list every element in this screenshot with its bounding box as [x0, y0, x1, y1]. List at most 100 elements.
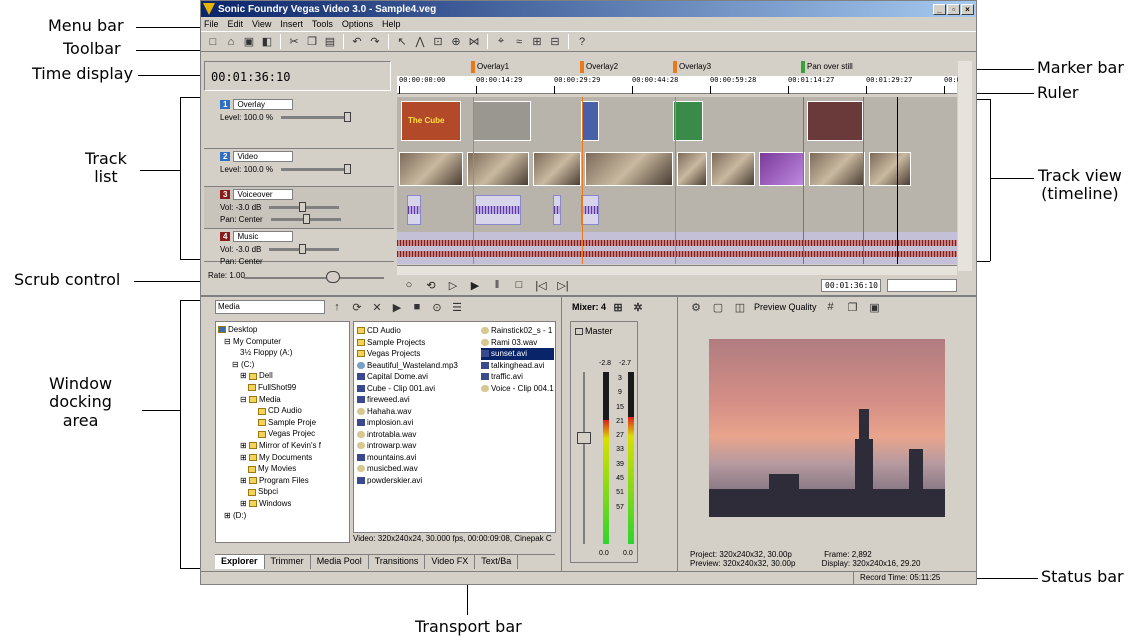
- volume-slider[interactable]: [269, 244, 340, 255]
- lane-music[interactable]: [397, 232, 957, 264]
- file-item[interactable]: Beautiful_Wasteland.mp3: [357, 360, 458, 372]
- tree-item[interactable]: CD Audio: [218, 405, 347, 417]
- up-folder-icon[interactable]: ↑: [329, 299, 345, 315]
- track-name[interactable]: Video: [233, 151, 294, 162]
- zoom-tool-icon[interactable]: ⊕: [448, 34, 464, 50]
- tree-item[interactable]: ⊟ Media: [218, 394, 347, 406]
- selection-tool-icon[interactable]: ⊡: [430, 34, 446, 50]
- timeline-clip[interactable]: [711, 152, 755, 186]
- tree-item[interactable]: FullShot99: [218, 382, 347, 394]
- track-header-video[interactable]: 2 Video Level: 100.0 %: [204, 149, 394, 187]
- file-item[interactable]: Sample Projects: [357, 337, 458, 349]
- audio-event[interactable]: [475, 195, 521, 225]
- tree-item[interactable]: My Movies: [218, 463, 347, 475]
- stop-preview-icon[interactable]: ■: [409, 299, 425, 315]
- marker-overlay3[interactable]: Overlay3: [673, 61, 711, 73]
- audio-event[interactable]: [581, 195, 599, 225]
- go-to-start-icon[interactable]: |◁: [533, 279, 549, 292]
- tab-transitions[interactable]: Transitions: [369, 555, 426, 569]
- play-icon[interactable]: ▶: [467, 279, 483, 292]
- auto-ripple-icon[interactable]: ≈: [511, 34, 527, 50]
- timeline-horizontal-scrollbar[interactable]: [397, 265, 957, 275]
- marker-overlay1[interactable]: Overlay1: [471, 61, 509, 73]
- copy-icon[interactable]: ❐: [304, 34, 320, 50]
- file-item[interactable]: musicbed.wav: [357, 463, 458, 475]
- refresh-icon[interactable]: ⟳: [349, 299, 365, 315]
- menu-edit[interactable]: Edit: [228, 19, 244, 29]
- file-item[interactable]: Vegas Projects: [357, 348, 458, 360]
- auto-crossfade-icon[interactable]: ⋈: [466, 34, 482, 50]
- menu-file[interactable]: File: [204, 19, 219, 29]
- save-icon[interactable]: ▣: [241, 34, 257, 50]
- marker-pan-over-still[interactable]: Pan over still: [801, 61, 853, 73]
- redo-icon[interactable]: ↷: [367, 34, 383, 50]
- file-item[interactable]: Rainstick02_s - 1: [481, 325, 554, 337]
- delete-icon[interactable]: ✕: [369, 299, 385, 315]
- tree-item[interactable]: ⊟ (C:): [218, 359, 347, 371]
- copy-snapshot-icon[interactable]: ❐: [845, 299, 861, 315]
- whats-this-help-icon[interactable]: ?: [574, 34, 590, 50]
- loop-playback-icon[interactable]: ⟲: [423, 279, 439, 292]
- menu-help[interactable]: Help: [382, 19, 401, 29]
- tab-trimmer[interactable]: Trimmer: [265, 555, 311, 569]
- track-name[interactable]: Overlay: [233, 99, 294, 110]
- play-preview-icon[interactable]: ▶: [389, 299, 405, 315]
- track-header-music[interactable]: 4 Music Vol: -3.0 dB Pan: Center: [204, 229, 394, 266]
- tree-item[interactable]: ⊟ My Computer: [218, 336, 347, 348]
- overlays-icon[interactable]: #: [823, 299, 839, 315]
- search-icon[interactable]: ⊙: [429, 299, 445, 315]
- close-button[interactable]: ×: [961, 3, 974, 15]
- timeline-vertical-scrollbar[interactable]: [958, 61, 972, 271]
- envelope-tool-icon[interactable]: ⋀: [412, 34, 428, 50]
- play-from-start-icon[interactable]: ▷: [445, 279, 461, 292]
- pan-slider[interactable]: [270, 214, 341, 225]
- new-icon[interactable]: □: [205, 34, 221, 50]
- volume-slider[interactable]: [269, 202, 340, 213]
- tree-item[interactable]: ⊞ (D:): [218, 510, 347, 522]
- audio-event[interactable]: [407, 195, 421, 225]
- track-view[interactable]: The Cube: [397, 97, 957, 264]
- cut-icon[interactable]: ✂: [286, 34, 302, 50]
- tree-item[interactable]: ⊞ Program Files: [218, 475, 347, 487]
- track-header-voiceover[interactable]: 3 Voiceover Vol: -3.0 dB Pan: Center: [204, 187, 394, 229]
- stop-icon[interactable]: □: [511, 279, 527, 291]
- menu-tools[interactable]: Tools: [312, 19, 333, 29]
- record-icon[interactable]: ○: [401, 279, 417, 291]
- snapping-icon[interactable]: ⌖: [493, 34, 509, 50]
- timeline-clip[interactable]: [673, 101, 703, 141]
- timeline-clip[interactable]: [585, 152, 673, 186]
- timeline-clip[interactable]: [467, 152, 529, 186]
- playback-cursor[interactable]: [897, 97, 898, 264]
- timeline-clip[interactable]: [399, 152, 463, 186]
- marker-overlay2[interactable]: Overlay2: [580, 61, 618, 73]
- file-item[interactable]: Capital Dome.avi: [357, 371, 458, 383]
- pause-icon[interactable]: ‖: [489, 279, 505, 291]
- tree-item[interactable]: 3½ Floppy (A:): [218, 347, 347, 359]
- tree-item[interactable]: ⊞ Windows: [218, 498, 347, 510]
- master-fader-handle[interactable]: [577, 432, 591, 444]
- timeline-clip[interactable]: [869, 152, 911, 186]
- file-item[interactable]: CD Audio: [357, 325, 458, 337]
- tree-item[interactable]: Sbpci: [218, 486, 347, 498]
- open-icon[interactable]: ⌂: [223, 34, 239, 50]
- tree-item[interactable]: ⊞ Mirror of Kevin's f: [218, 440, 347, 452]
- level-slider[interactable]: [280, 164, 351, 175]
- timeline-clip[interactable]: The Cube: [401, 101, 461, 141]
- lock-envelopes-icon[interactable]: ⊞: [529, 34, 545, 50]
- ruler[interactable]: 00:00:00:00 00:00:14:29 00:00:29:29 00:0…: [397, 76, 961, 94]
- timeline-clip[interactable]: [759, 152, 805, 186]
- minimize-button[interactable]: _: [933, 3, 946, 15]
- insert-bus-icon[interactable]: ⊞: [610, 299, 626, 315]
- file-item[interactable]: introtabla.wav: [357, 429, 458, 441]
- render-icon[interactable]: ◧: [259, 34, 275, 50]
- timeline-clip[interactable]: [533, 152, 581, 186]
- scrub-handle[interactable]: [326, 271, 340, 283]
- location-dropdown[interactable]: Media: [215, 300, 325, 314]
- audio-event[interactable]: [553, 195, 561, 225]
- undo-icon[interactable]: ↶: [349, 34, 365, 50]
- tree-item[interactable]: Desktop: [218, 324, 347, 336]
- file-item[interactable]: Cube - Clip 001.avi: [357, 383, 458, 395]
- timeline-clip[interactable]: [581, 101, 599, 141]
- track-header-overlay[interactable]: 1 Overlay Level: 100.0 %: [204, 97, 394, 149]
- tab-video-fx[interactable]: Video FX: [425, 555, 476, 569]
